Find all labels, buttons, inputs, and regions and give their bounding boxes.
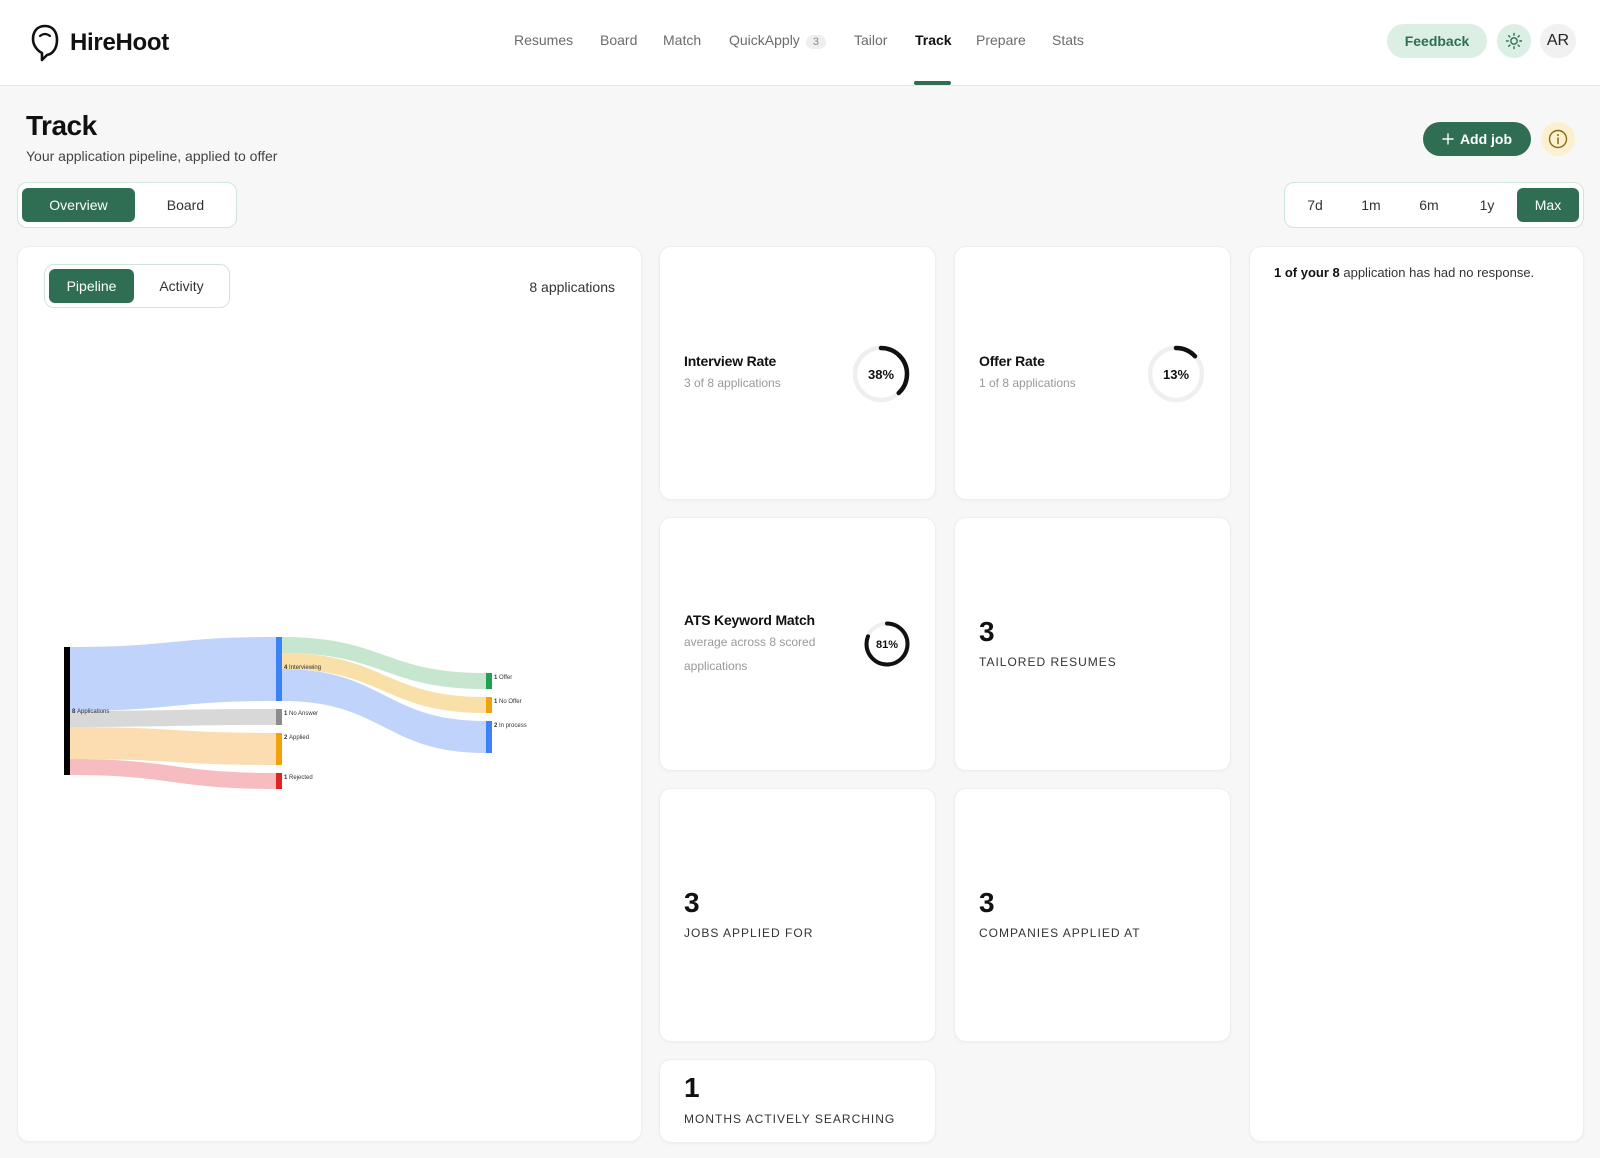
page-subtitle: Your application pipeline, applied to of… xyxy=(26,148,278,164)
sankey-label-interviewing: 4 Interviewing xyxy=(284,665,321,671)
range-7d[interactable]: 7d xyxy=(1289,188,1341,222)
active-tab-indicator xyxy=(914,81,951,85)
companies-applied-label: COMPANIES APPLIED AT xyxy=(979,926,1141,940)
months-searching-value: 1 xyxy=(684,1072,700,1103)
nav-match[interactable]: Match xyxy=(663,32,701,48)
nav-prepare[interactable]: Prepare xyxy=(976,32,1026,48)
info-button[interactable] xyxy=(1541,122,1575,156)
ats-match-title: ATS Keyword Match xyxy=(684,612,815,628)
range-1y[interactable]: 1y xyxy=(1461,188,1513,222)
sankey-link-applications-applied xyxy=(70,727,276,765)
sankey-node-applications xyxy=(64,647,70,775)
offer-rate-title: Offer Rate xyxy=(979,353,1045,369)
sankey-label-no_answer: 1 No Answer xyxy=(284,711,318,717)
sankey-node-in_process xyxy=(486,721,492,753)
tab-overview[interactable]: Overview xyxy=(22,188,135,222)
jobs-applied-value: 3 xyxy=(684,887,700,918)
plus-icon xyxy=(1442,133,1454,145)
interview-rate-card: Interview Rate 3 of 8 applications 38% xyxy=(659,246,936,500)
pipeline-sankey-chart: 8 Applications 4 Interviewing 1 No Answer 2… xyxy=(64,637,527,789)
main-nav: Resumes Board Match QuickApply 3 Tailor T… xyxy=(0,0,1600,86)
ats-match-value: 81% xyxy=(876,639,898,651)
info-icon xyxy=(1548,129,1568,149)
theme-toggle-button[interactable] xyxy=(1497,24,1531,58)
date-range-switcher: 7d 1m 6m 1y Max xyxy=(1284,182,1584,228)
user-avatar[interactable]: AR xyxy=(1540,24,1576,58)
pipeline-card: Pipeline Activity 8 applications 8 Appli… xyxy=(17,246,642,1142)
feedback-button[interactable]: Feedback xyxy=(1387,24,1487,58)
sankey-node-no_offer xyxy=(486,697,492,713)
nav-track[interactable]: Track xyxy=(915,32,952,48)
top-bar: HireHoot Resumes Board Match QuickApply 3… xyxy=(0,0,1600,86)
ats-match-sub: average across 8 scored applications xyxy=(684,635,816,673)
sankey-label-in_process: 2 In process xyxy=(494,723,527,729)
nav-resumes[interactable]: Resumes xyxy=(514,32,573,48)
range-6m[interactable]: 6m xyxy=(1401,188,1457,222)
companies-applied-value: 3 xyxy=(979,887,995,918)
offer-rate-sub: 1 of 8 applications xyxy=(979,376,1076,390)
companies-applied-card: 3 COMPANIES APPLIED AT xyxy=(954,788,1231,1042)
view-switcher: Overview Board xyxy=(17,182,237,228)
offer-rate-card: Offer Rate 1 of 8 applications 13% xyxy=(954,246,1231,500)
interview-rate-title: Interview Rate xyxy=(684,353,777,369)
nav-stats[interactable]: Stats xyxy=(1052,32,1084,48)
tailored-resumes-label: TAILORED RESUMES xyxy=(979,655,1117,669)
sankey-node-interviewing xyxy=(276,637,282,701)
ats-match-card: ATS Keyword Match average across 8 score… xyxy=(659,517,936,771)
sankey-label-applied: 2 Applied xyxy=(284,735,309,741)
add-job-button[interactable]: Add job xyxy=(1423,122,1531,156)
interview-rate-ring: 38% xyxy=(852,345,910,403)
sankey-label-rejected: 1 Rejected xyxy=(284,775,313,781)
sankey-link-applications-interviewing xyxy=(70,637,276,711)
months-searching-label: MONTHS ACTIVELY SEARCHING xyxy=(684,1112,896,1126)
interview-rate-sub: 3 of 8 applications xyxy=(684,376,781,390)
range-1m[interactable]: 1m xyxy=(1345,188,1397,222)
sankey-label-no_offer: 1 No Offer xyxy=(494,699,522,705)
range-max[interactable]: Max xyxy=(1517,188,1579,222)
insight-highlight: 1 of your 8 xyxy=(1274,265,1340,280)
sankey-label-applications: 8 Applications xyxy=(72,709,109,715)
tailored-resumes-value: 3 xyxy=(979,616,995,647)
sankey-node-no_answer xyxy=(276,709,282,725)
insight-text: application has had no response. xyxy=(1339,265,1535,280)
jobs-applied-label: JOBS APPLIED FOR xyxy=(684,926,814,940)
sankey-label-offer: 1 Offer xyxy=(494,675,512,681)
nav-quickapply-label: QuickApply xyxy=(729,32,800,48)
tailored-resumes-card: 3 TAILORED RESUMES xyxy=(954,517,1231,771)
sankey-node-offer xyxy=(486,673,492,689)
insight-card: 1 of your 8 application has had no respo… xyxy=(1249,246,1584,1142)
jobs-applied-card: 3 JOBS APPLIED FOR xyxy=(659,788,936,1042)
sankey-node-applied xyxy=(276,733,282,765)
offer-rate-value: 13% xyxy=(1163,367,1189,382)
offer-rate-ring: 13% xyxy=(1147,345,1205,403)
add-job-label: Add job xyxy=(1459,131,1513,147)
quickapply-count-badge: 3 xyxy=(805,35,826,49)
ats-match-ring: 81% xyxy=(864,621,910,667)
tab-board[interactable]: Board xyxy=(139,188,232,222)
no-response-insight: 1 of your 8 application has had no respo… xyxy=(1274,265,1534,280)
page-title: Track xyxy=(26,110,97,141)
sun-icon xyxy=(1505,32,1523,50)
months-searching-card: 1 MONTHS ACTIVELY SEARCHING xyxy=(659,1059,936,1143)
nav-tailor[interactable]: Tailor xyxy=(854,32,887,48)
interview-rate-value: 38% xyxy=(868,367,894,382)
sankey-node-rejected xyxy=(276,773,282,789)
nav-board[interactable]: Board xyxy=(600,32,637,48)
nav-quickapply[interactable]: QuickApply 3 xyxy=(729,32,826,49)
